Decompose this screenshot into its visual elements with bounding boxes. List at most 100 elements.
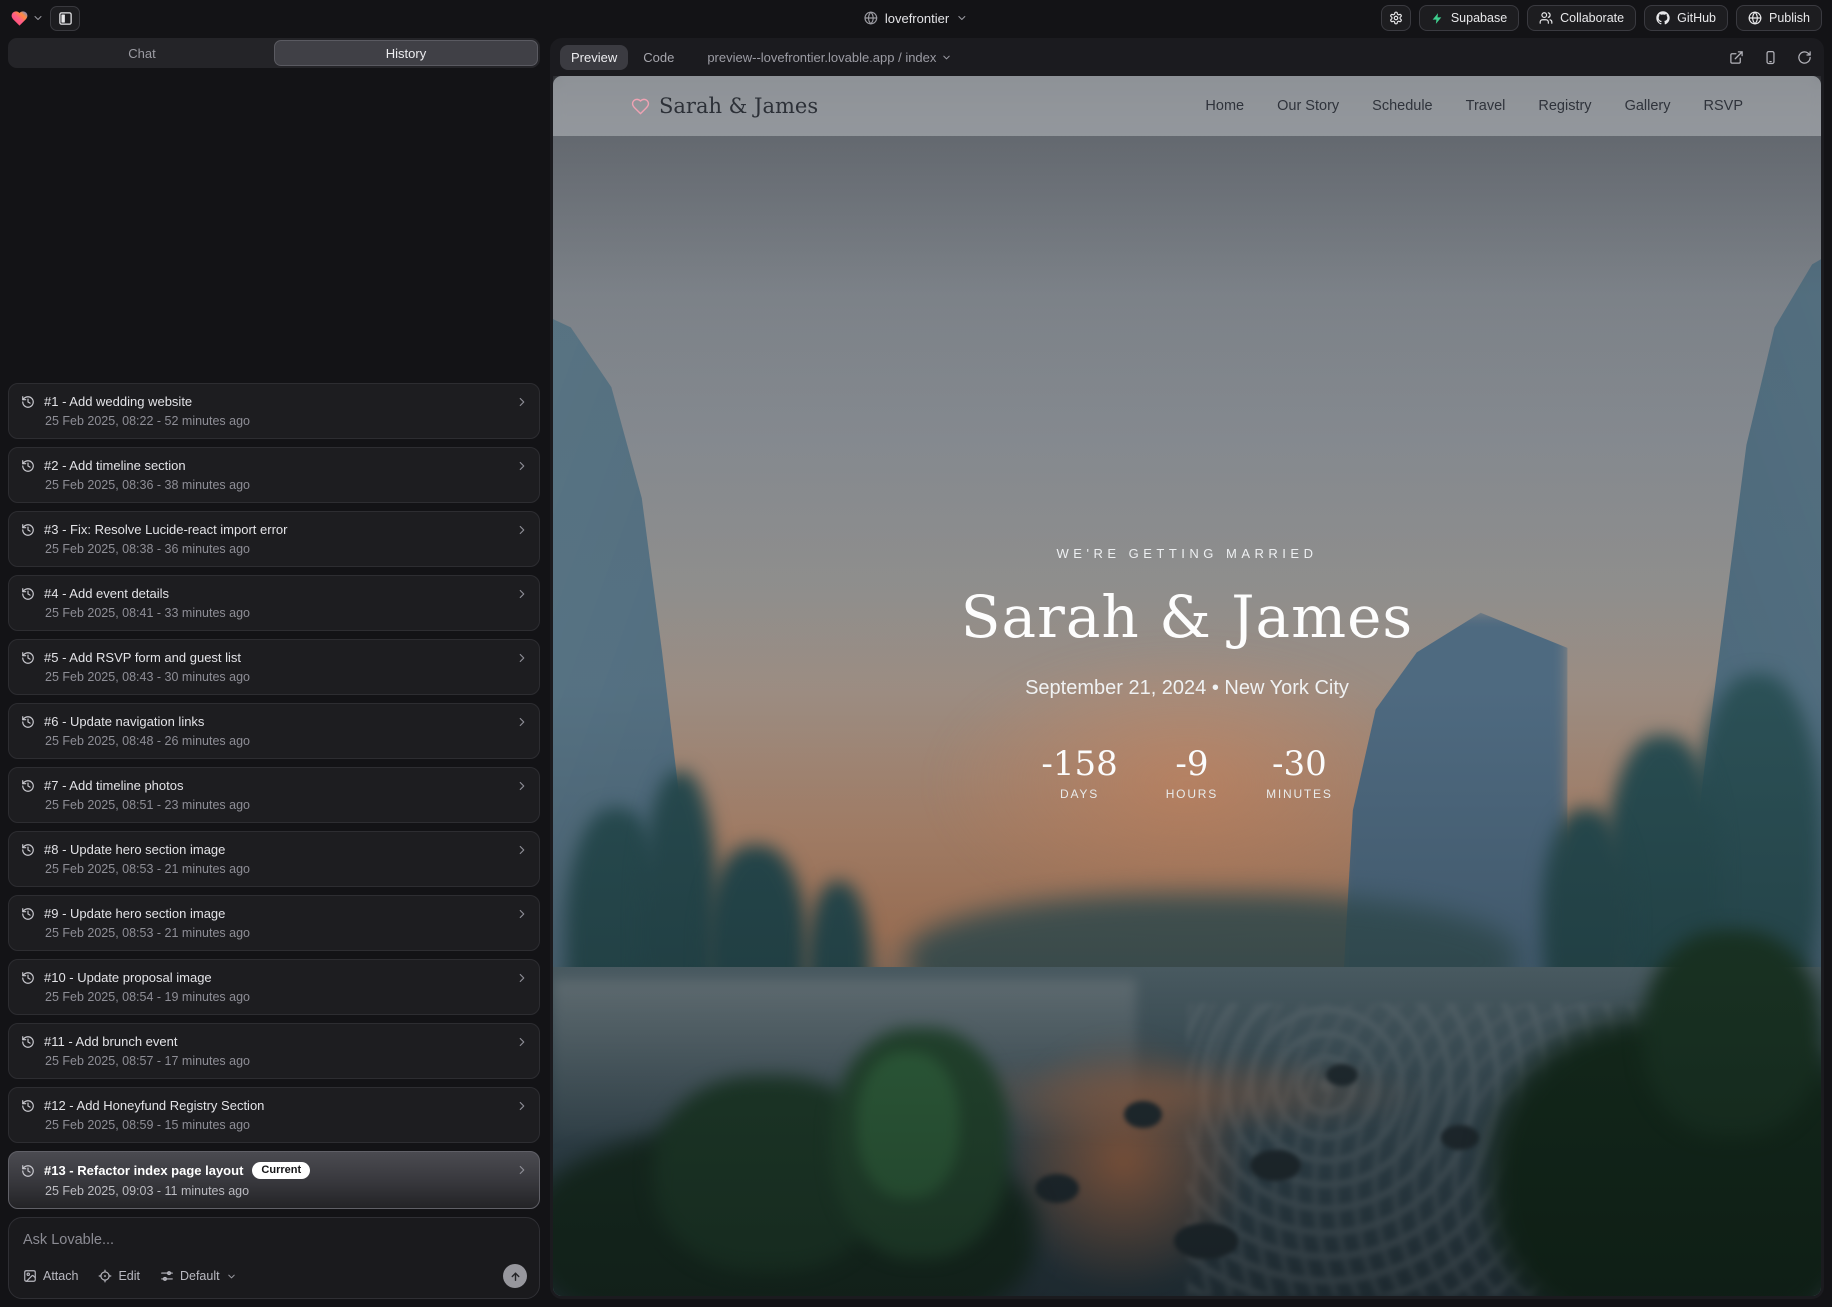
supabase-bolt-icon bbox=[1431, 12, 1444, 25]
countdown-days: -158 DAYS bbox=[1041, 744, 1117, 801]
nav-registry[interactable]: Registry bbox=[1538, 98, 1591, 114]
history-item-title: #4 - Add event details bbox=[44, 586, 169, 601]
history-icon bbox=[21, 587, 35, 601]
history-item-title: #10 - Update proposal image bbox=[44, 970, 212, 985]
history-item-timestamp: 25 Feb 2025, 08:38 - 36 minutes ago bbox=[45, 542, 509, 556]
nav-schedule[interactable]: Schedule bbox=[1372, 98, 1432, 114]
history-item-timestamp: 25 Feb 2025, 08:36 - 38 minutes ago bbox=[45, 478, 509, 492]
history-item-13-current[interactable]: #13 - Refactor index page layout Current… bbox=[8, 1151, 540, 1209]
nav-our-story[interactable]: Our Story bbox=[1277, 98, 1339, 114]
chevron-right-icon bbox=[515, 1035, 529, 1049]
send-button[interactable] bbox=[503, 1264, 527, 1288]
sliders-icon bbox=[160, 1269, 174, 1283]
history-item-9[interactable]: #9 - Update hero section image 25 Feb 20… bbox=[8, 895, 540, 951]
top-bar: lovefrontier Supabase Collaborate GitHub… bbox=[0, 0, 1832, 36]
history-item-4[interactable]: #4 - Add event details 25 Feb 2025, 08:4… bbox=[8, 575, 540, 631]
chevron-right-icon bbox=[515, 779, 529, 793]
history-item-timestamp: 25 Feb 2025, 08:53 - 21 minutes ago bbox=[45, 926, 509, 940]
hero-date-location: September 21, 2024 • New York City bbox=[1025, 677, 1349, 700]
history-item-timestamp: 25 Feb 2025, 08:53 - 21 minutes ago bbox=[45, 862, 509, 876]
history-item-timestamp: 25 Feb 2025, 08:57 - 17 minutes ago bbox=[45, 1054, 509, 1068]
tab-history[interactable]: History bbox=[274, 40, 538, 66]
refresh-button[interactable] bbox=[1797, 50, 1812, 65]
settings-button[interactable] bbox=[1381, 5, 1411, 31]
users-icon bbox=[1539, 11, 1553, 25]
github-icon bbox=[1656, 11, 1670, 25]
nav-home[interactable]: Home bbox=[1205, 98, 1244, 114]
history-item-5[interactable]: #5 - Add RSVP form and guest list 25 Feb… bbox=[8, 639, 540, 695]
hero-title: Sarah & James bbox=[961, 583, 1413, 651]
history-item-7[interactable]: #7 - Add timeline photos 25 Feb 2025, 08… bbox=[8, 767, 540, 823]
countdown-minutes: -30 MINUTES bbox=[1266, 744, 1333, 801]
history-icon bbox=[21, 843, 35, 857]
tab-code[interactable]: Code bbox=[632, 45, 685, 70]
history-item-6[interactable]: #6 - Update navigation links 25 Feb 2025… bbox=[8, 703, 540, 759]
tab-chat[interactable]: Chat bbox=[10, 40, 274, 66]
nav-rsvp[interactable]: RSVP bbox=[1704, 98, 1744, 114]
open-external-button[interactable] bbox=[1729, 50, 1744, 65]
chevron-right-icon bbox=[515, 1163, 529, 1177]
arrow-up-icon bbox=[509, 1270, 522, 1283]
lovable-logo-menu[interactable] bbox=[10, 9, 44, 28]
preview-url-selector[interactable]: preview--lovefrontier.lovable.app / inde… bbox=[707, 50, 952, 65]
github-button[interactable]: GitHub bbox=[1644, 5, 1728, 31]
chevron-right-icon bbox=[515, 843, 529, 857]
history-item-timestamp: 25 Feb 2025, 08:41 - 33 minutes ago bbox=[45, 606, 509, 620]
history-item-title: #12 - Add Honeyfund Registry Section bbox=[44, 1098, 264, 1113]
chevron-right-icon bbox=[515, 587, 529, 601]
chat-sidebar: Chat History #1 - Add wedding website 25… bbox=[0, 36, 548, 1307]
chevron-right-icon bbox=[515, 459, 529, 473]
nav-gallery[interactable]: Gallery bbox=[1625, 98, 1671, 114]
history-item-timestamp: 25 Feb 2025, 09:03 - 11 minutes ago bbox=[45, 1184, 509, 1198]
site-preview: Sarah & James Home Our Story Schedule Tr… bbox=[553, 76, 1821, 1296]
mobile-view-button[interactable] bbox=[1763, 50, 1778, 65]
history-item-12[interactable]: #12 - Add Honeyfund Registry Section 25 … bbox=[8, 1087, 540, 1143]
prompt-input[interactable] bbox=[23, 1232, 527, 1248]
history-item-title: #9 - Update hero section image bbox=[44, 906, 225, 921]
history-item-2[interactable]: #2 - Add timeline section 25 Feb 2025, 0… bbox=[8, 447, 540, 503]
project-switcher[interactable]: lovefrontier bbox=[864, 11, 968, 26]
history-item-10[interactable]: #10 - Update proposal image 25 Feb 2025,… bbox=[8, 959, 540, 1015]
chevron-right-icon bbox=[515, 523, 529, 537]
history-item-title: #5 - Add RSVP form and guest list bbox=[44, 650, 241, 665]
publish-button[interactable]: Publish bbox=[1736, 5, 1822, 31]
nav-travel[interactable]: Travel bbox=[1466, 98, 1506, 114]
current-badge: Current bbox=[252, 1162, 310, 1179]
history-icon bbox=[21, 1164, 35, 1178]
history-item-title: #8 - Update hero section image bbox=[44, 842, 225, 857]
sidebar-tabs: Chat History bbox=[8, 38, 540, 68]
panel-left-icon bbox=[58, 11, 73, 26]
history-icon bbox=[21, 523, 35, 537]
history-item-timestamp: 25 Feb 2025, 08:22 - 52 minutes ago bbox=[45, 414, 509, 428]
edit-button[interactable]: Edit bbox=[98, 1269, 140, 1283]
tab-preview[interactable]: Preview bbox=[560, 45, 628, 70]
gear-icon bbox=[1389, 11, 1403, 25]
countdown-hours: -9 HOURS bbox=[1166, 744, 1218, 801]
history-item-title: #7 - Add timeline photos bbox=[44, 778, 183, 793]
supabase-button[interactable]: Supabase bbox=[1419, 5, 1519, 31]
history-item-8[interactable]: #8 - Update hero section image 25 Feb 20… bbox=[8, 831, 540, 887]
history-item-3[interactable]: #3 - Fix: Resolve Lucide-react import er… bbox=[8, 511, 540, 567]
history-item-1[interactable]: #1 - Add wedding website 25 Feb 2025, 08… bbox=[8, 383, 540, 439]
collaborate-button[interactable]: Collaborate bbox=[1527, 5, 1636, 31]
chevron-down-icon bbox=[226, 1271, 237, 1282]
attach-button[interactable]: Attach bbox=[23, 1269, 78, 1283]
history-item-timestamp: 25 Feb 2025, 08:43 - 30 minutes ago bbox=[45, 670, 509, 684]
history-item-11[interactable]: #11 - Add brunch event 25 Feb 2025, 08:5… bbox=[8, 1023, 540, 1079]
prompt-composer: Attach Edit Default bbox=[8, 1217, 540, 1299]
site-logo[interactable]: Sarah & James bbox=[631, 94, 818, 118]
history-list: #1 - Add wedding website 25 Feb 2025, 08… bbox=[8, 383, 540, 1209]
target-icon bbox=[98, 1269, 112, 1283]
chevron-right-icon bbox=[515, 907, 529, 921]
chevron-right-icon bbox=[515, 395, 529, 409]
history-icon bbox=[21, 395, 35, 409]
hero-eyebrow: WE'RE GETTING MARRIED bbox=[1057, 546, 1318, 561]
history-item-title: #6 - Update navigation links bbox=[44, 714, 204, 729]
history-icon bbox=[21, 1099, 35, 1113]
lovable-app-window: lovefrontier Supabase Collaborate GitHub… bbox=[0, 0, 1832, 1307]
toggle-sidebar-button[interactable] bbox=[50, 6, 80, 31]
image-icon bbox=[23, 1269, 37, 1283]
mode-selector[interactable]: Default bbox=[160, 1269, 237, 1283]
history-icon bbox=[21, 459, 35, 473]
preview-url: preview--lovefrontier.lovable.app / inde… bbox=[707, 50, 936, 65]
